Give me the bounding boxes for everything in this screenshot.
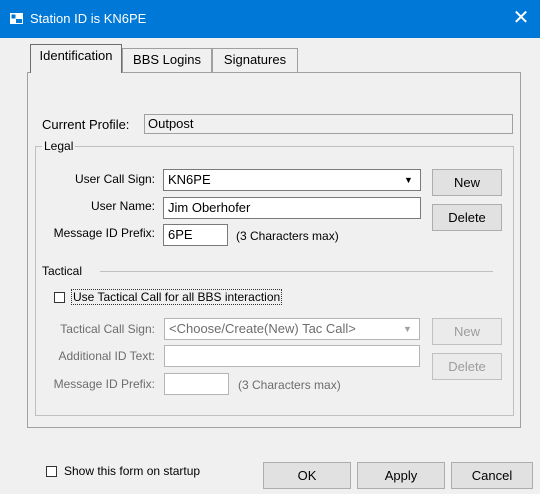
use-tactical-label[interactable]: Use Tactical Call for all BBS interactio…	[70, 289, 283, 305]
message-id-prefix-field[interactable]: 6PE	[163, 224, 228, 246]
tactical-call-sign-label: Tactical Call Sign:	[60, 322, 155, 336]
app-window-icon	[10, 13, 23, 24]
tactical-message-id-prefix-label: Message ID Prefix:	[53, 377, 155, 391]
chevron-down-icon[interactable]: ▼	[400, 170, 417, 190]
tactical-section-label: Tactical	[42, 264, 83, 278]
chevron-down-icon[interactable]: ▼	[399, 319, 416, 339]
current-profile-label: Current Profile:	[42, 117, 130, 132]
window-title: Station ID is KN6PE	[30, 11, 147, 26]
tactical-message-id-prefix-hint: (3 Characters max)	[238, 378, 341, 392]
delete-tactical-call-button[interactable]: Delete	[432, 353, 502, 380]
show-on-startup-checkbox[interactable]	[46, 466, 57, 477]
user-call-sign-value: KN6PE	[168, 172, 211, 187]
cancel-button[interactable]: Cancel	[451, 462, 533, 489]
message-id-prefix-label: Message ID Prefix:	[53, 226, 155, 240]
tab-identification[interactable]: Identification	[30, 44, 122, 73]
ok-button[interactable]: OK	[263, 462, 351, 489]
user-name-label: User Name:	[90, 199, 155, 213]
delete-call-sign-button[interactable]: Delete	[432, 204, 502, 231]
apply-button[interactable]: Apply	[357, 462, 445, 489]
current-profile-field: Outpost	[144, 114, 513, 134]
legal-group-label: Legal	[42, 139, 76, 153]
message-id-prefix-hint: (3 Characters max)	[236, 229, 339, 243]
use-tactical-checkbox[interactable]	[54, 292, 65, 303]
show-on-startup-label[interactable]: Show this form on startup	[64, 464, 200, 478]
user-call-sign-label: User Call Sign:	[74, 172, 155, 186]
additional-id-text-label: Additional ID Text:	[58, 349, 156, 363]
close-button[interactable]: ✕	[509, 7, 533, 31]
tactical-message-id-prefix-field[interactable]	[164, 373, 229, 395]
tab-signatures[interactable]: Signatures	[212, 48, 298, 72]
tactical-divider	[100, 271, 493, 272]
additional-id-text-field[interactable]	[164, 345, 420, 367]
new-tactical-call-button[interactable]: New	[432, 318, 502, 345]
tactical-call-sign-dropdown[interactable]: <Choose/Create(New) Tac Call> ▼	[164, 318, 420, 340]
tactical-call-sign-value: <Choose/Create(New) Tac Call>	[169, 321, 356, 336]
user-call-sign-dropdown[interactable]: KN6PE ▼	[163, 169, 421, 191]
new-call-sign-button[interactable]: New	[432, 169, 502, 196]
tab-bbs-logins[interactable]: BBS Logins	[122, 48, 212, 72]
user-name-field[interactable]: Jim Oberhofer	[163, 197, 421, 219]
title-bar: Station ID is KN6PE ✕	[0, 0, 540, 38]
